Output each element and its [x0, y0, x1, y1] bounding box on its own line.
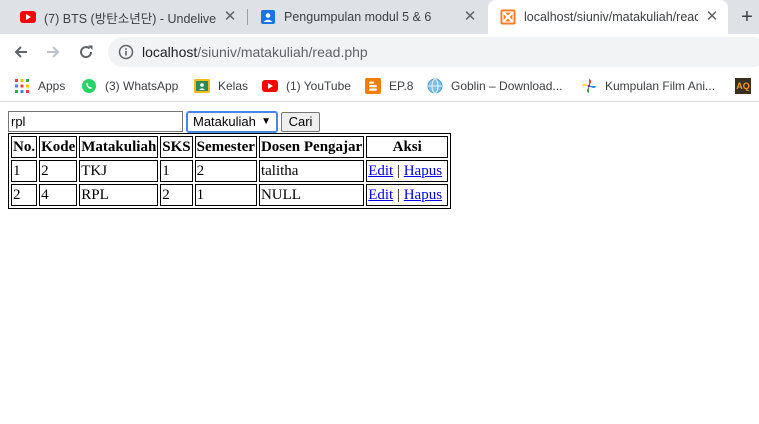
tab-pengumpulan[interactable]: Pengumpulan modul 5 & 6 ✕	[248, 0, 486, 34]
blogger-icon	[365, 78, 381, 94]
reload-icon	[80, 45, 93, 59]
cell-semester: 2	[194, 160, 257, 182]
column-header: No.	[11, 136, 38, 158]
cell-semester: 1	[194, 184, 257, 206]
bookmark-kelas[interactable]: Kelas	[194, 76, 248, 96]
whatsapp-icon	[81, 78, 97, 94]
youtube-icon	[262, 78, 278, 94]
link-separator: |	[396, 187, 400, 203]
tab-title: Pengumpulan modul 5 & 6	[284, 10, 432, 24]
tab-bts[interactable]: (7) BTS (방탄소년단) - Undelivered ✕	[8, 0, 246, 34]
back-button[interactable]	[8, 39, 34, 65]
tab-strip: (7) BTS (방탄소년단) - Undelivered ✕ Pengumpu…	[0, 0, 759, 34]
table-header-row: No. Kode Matakuliah SKS Semester Dosen P…	[11, 136, 449, 158]
hapus-link[interactable]: Hapus	[404, 163, 442, 179]
close-icon[interactable]: ✕	[462, 9, 478, 25]
column-header: Aksi	[366, 136, 449, 158]
xampp-icon	[500, 9, 516, 25]
forward-button[interactable]	[40, 39, 66, 65]
bookmark-label: (1) YouTube	[286, 79, 351, 93]
cell-kode: 2	[39, 160, 78, 182]
cell-no: 2	[11, 184, 38, 206]
classroom-icon	[194, 78, 210, 94]
close-icon[interactable]: ✕	[704, 9, 720, 25]
cell-kode: 4	[39, 184, 78, 206]
bookmark-ep8[interactable]: EP.8	[365, 76, 413, 96]
close-icon[interactable]: ✕	[222, 9, 238, 25]
search-input[interactable]	[8, 111, 183, 132]
bookmark-label: EP.8	[389, 79, 414, 93]
tab-title: localhost/siuniv/matakuliah/read	[524, 10, 698, 24]
bookmark-label: Kelas	[218, 79, 249, 93]
bookmark-aq[interactable]: AQ	[735, 76, 759, 96]
toolbar: localhost/siuniv/matakuliah/read.php	[0, 34, 759, 70]
youtube-icon	[20, 9, 36, 25]
pinwheel-icon	[581, 78, 597, 94]
column-header: Semester	[194, 136, 257, 158]
bookmark-label: Apps	[38, 79, 66, 93]
hapus-link[interactable]: Hapus	[404, 187, 442, 203]
table-row: 1 2 TKJ 1 2 talitha Edit | Hapus	[11, 160, 449, 182]
reload-button[interactable]	[73, 39, 99, 65]
dropdown-arrow-icon: ▼	[261, 116, 271, 127]
bookmark-apps[interactable]: Apps	[14, 76, 65, 96]
edit-link[interactable]: Edit	[368, 163, 393, 179]
page-content: Matakuliah ▼ Cari No. Kode Matakuliah SK…	[0, 103, 759, 424]
bookmark-label: (3) WhatsApp	[105, 79, 179, 93]
edit-link[interactable]: Edit	[368, 187, 393, 203]
search-button[interactable]: Cari	[281, 111, 320, 132]
tab-localhost[interactable]: localhost/siuniv/matakuliah/read ✕	[488, 0, 728, 34]
bookmarks-bar: Apps (3) WhatsApp Kelas (1) YouTube EP.8…	[0, 70, 759, 102]
bookmark-kumpulan-film[interactable]: Kumpulan Film Ani...	[581, 76, 715, 96]
cell-matakuliah: TKJ	[79, 160, 159, 182]
bookmark-label: Kumpulan Film Ani...	[605, 79, 716, 93]
search-form: Matakuliah ▼ Cari	[8, 110, 320, 133]
cell-sks: 2	[160, 184, 193, 206]
cell-aksi: Edit | Hapus	[366, 184, 449, 206]
table-row: 2 4 RPL 2 1 NULL Edit | Hapus	[11, 184, 449, 206]
column-header: Matakuliah	[79, 136, 159, 158]
bookmark-youtube[interactable]: (1) YouTube	[262, 76, 351, 96]
new-tab-button[interactable]: +	[736, 6, 758, 28]
cell-aksi: Edit | Hapus	[366, 160, 449, 182]
aq-icon-label: AQ	[736, 81, 750, 91]
bookmark-whatsapp[interactable]: (3) WhatsApp	[81, 76, 178, 96]
arrow-left-icon	[14, 46, 27, 58]
tab-title: (7) BTS (방탄소년단) - Undelivered	[44, 11, 216, 26]
link-separator: |	[396, 163, 400, 179]
classroom-icon	[260, 9, 276, 25]
select-value: Matakuliah	[193, 114, 256, 129]
globe-icon	[427, 78, 443, 94]
cell-dosen: talitha	[258, 160, 365, 182]
cell-matakuliah: RPL	[79, 184, 159, 206]
matakuliah-table: No. Kode Matakuliah SKS Semester Dosen P…	[8, 133, 452, 209]
address-bar[interactable]: localhost/siuniv/matakuliah/read.php	[108, 37, 759, 67]
column-header: Kode	[39, 136, 78, 158]
apps-grid-icon	[14, 78, 30, 94]
arrow-right-icon	[47, 46, 60, 58]
search-field-select[interactable]: Matakuliah ▼	[186, 110, 278, 133]
url-path: /siuniv/matakuliah/read.php	[197, 44, 368, 60]
cell-sks: 1	[160, 160, 193, 182]
cell-no: 1	[11, 160, 38, 182]
bookmark-goblin[interactable]: Goblin – Download...	[427, 76, 562, 96]
column-header: Dosen Pengajar	[258, 136, 365, 158]
info-icon[interactable]	[118, 44, 134, 60]
cell-dosen: NULL	[258, 184, 365, 206]
url-host: localhost	[142, 44, 198, 60]
aq-icon: AQ	[735, 78, 751, 94]
column-header: SKS	[160, 136, 193, 158]
bookmark-label: Goblin – Download...	[451, 79, 563, 93]
